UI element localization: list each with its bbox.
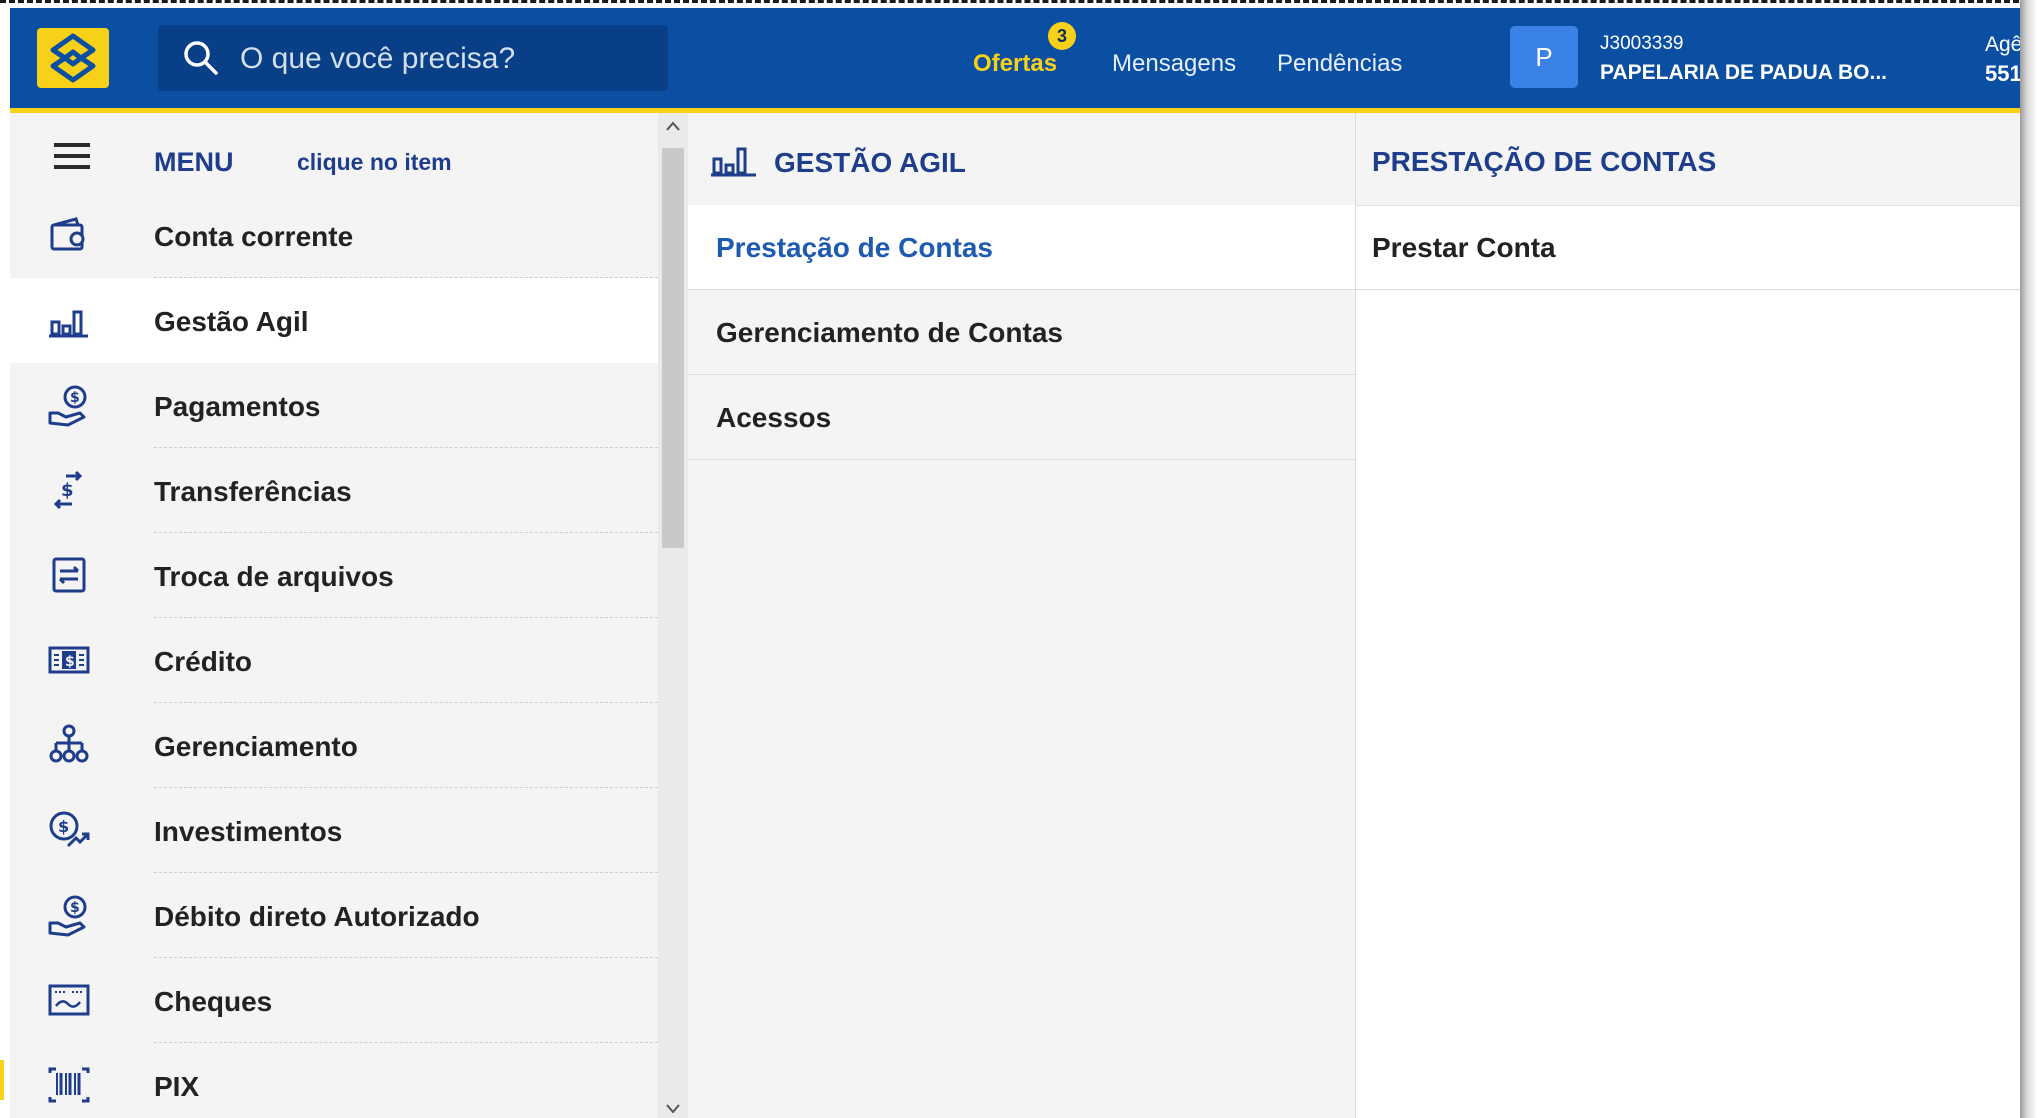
search-icon [184, 41, 218, 75]
submenu-item-label: Prestar Conta [1372, 232, 1556, 263]
menu-hint: clique no item [297, 149, 452, 175]
svg-text:$: $ [70, 900, 80, 916]
panel-header: PRESTAÇÃO DE CONTAS [1356, 113, 2020, 206]
sidebar-item-debito-direto-autorizado[interactable]: $ Débito direto Autorizado [10, 873, 658, 958]
sidebar-item-transferencias[interactable]: $ Transferências [10, 448, 658, 533]
hand-coin-icon: $ [48, 385, 87, 427]
agency-label: Agê [1985, 33, 2020, 56]
screenshot-border [0, 0, 2037, 3]
sidebar-item-investimentos[interactable]: $ Investimentos [10, 788, 658, 873]
sidebar-item-label: Gerenciamento [154, 731, 358, 762]
sidebar-item-gestao-agil[interactable]: Gestão Agil [10, 278, 658, 363]
sidebar-item-cheques[interactable]: Cheques [10, 958, 658, 1043]
menu-header: MENU clique no item [10, 113, 658, 193]
coin-growth-icon: $ [49, 811, 90, 848]
submenu-item-prestar-conta[interactable]: Prestar Conta [1356, 205, 2020, 290]
search-input[interactable] [238, 35, 642, 83]
sidebar-item-label: Crédito [154, 646, 252, 677]
check-icon [48, 984, 90, 1016]
menu-list: Conta corrente Gestão Agil $ Pagamentos … [10, 193, 658, 1118]
app-window: 3 Ofertas Mensagens Pendências P J300333… [10, 8, 2020, 1118]
ofertas-count-badge: 3 [1048, 22, 1076, 50]
agency-number: 551 [1985, 61, 2020, 86]
sidebar-item-label: Pagamentos [154, 391, 321, 422]
bank-logo-icon[interactable] [37, 28, 109, 88]
svg-text:$: $ [58, 817, 69, 836]
sidebar-item-pagamentos[interactable]: $ Pagamentos [10, 363, 658, 448]
panel-header: GESTÃO AGIL [688, 113, 1355, 206]
user-avatar[interactable]: P [1510, 26, 1578, 88]
sidebar-item-label: Transferências [154, 476, 352, 507]
chevron-up-icon[interactable] [664, 119, 682, 133]
sidebar-item-label: PIX [154, 1071, 200, 1102]
panel-title: PRESTAÇÃO DE CONTAS [1372, 146, 1717, 177]
prestacao-list: Prestar Conta [1356, 205, 2020, 290]
submenu-item-label: Gerenciamento de Contas [716, 317, 1063, 348]
nav-ofertas[interactable]: Ofertas [973, 50, 1057, 78]
gestao-agil-panel: GESTÃO AGIL Prestação de Contas Gerencia… [688, 113, 1356, 1118]
sidebar-item-label: Investimentos [154, 816, 343, 847]
sidebar-item-label: Débito direto Autorizado [154, 901, 480, 932]
sidebar-item-gerenciamento[interactable]: Gerenciamento [10, 703, 658, 788]
submenu-item-acessos[interactable]: Acessos [688, 375, 1355, 460]
bar-chart-icon [711, 147, 756, 177]
svg-text:$: $ [65, 654, 75, 670]
top-header: 3 Ofertas Mensagens Pendências P J300333… [10, 8, 2020, 113]
submenu-item-label: Acessos [716, 402, 832, 433]
panel-title: GESTÃO AGIL [774, 147, 966, 178]
sidebar-item-credito[interactable]: $ Crédito [10, 618, 658, 703]
nav-mensagens[interactable]: Mensagens [1112, 50, 1236, 78]
svg-text:$: $ [70, 390, 80, 406]
search-box[interactable] [158, 25, 668, 91]
chevron-down-icon[interactable] [664, 1102, 682, 1116]
user-company-name[interactable]: PAPELARIA DE PADUA BO... [1600, 61, 1887, 85]
user-id: J3003339 [1600, 33, 1684, 54]
barcode-icon [48, 1067, 90, 1103]
submenu-item-gerenciamento-de-contas[interactable]: Gerenciamento de Contas [688, 290, 1355, 375]
submenu-item-prestacao-de-contas[interactable]: Prestação de Contas [688, 205, 1355, 290]
submenu-item-label: Prestação de Contas [716, 232, 993, 263]
edge-marker [0, 1060, 4, 1100]
nav-pendencias[interactable]: Pendências [1277, 50, 1402, 78]
scrollbar-thumb[interactable] [662, 148, 684, 548]
sidebar-scrollbar[interactable] [658, 113, 688, 1118]
wallet-icon [50, 217, 85, 251]
gestao-agil-list: Prestação de Contas Gerenciamento de Con… [688, 205, 1355, 460]
org-chart-icon [49, 724, 89, 763]
window-shadow [2020, 0, 2037, 1118]
sidebar-item-pix[interactable]: PIX [10, 1043, 658, 1118]
hamburger-menu-icon[interactable] [54, 143, 90, 169]
sidebar-item-troca-de-arquivos[interactable]: Troca de arquivos [10, 533, 658, 618]
money-note-icon: $ [48, 646, 90, 674]
bar-chart-icon [49, 310, 88, 338]
transfer-arrows-icon: $ [53, 470, 83, 510]
sidebar-item-label: Cheques [154, 986, 273, 1017]
sidebar-item-conta-corrente[interactable]: Conta corrente [10, 193, 658, 278]
file-exchange-icon [52, 557, 86, 593]
sidebar-menu: MENU clique no item Conta corrente Gestã… [10, 113, 658, 1118]
svg-text:$: $ [61, 480, 74, 501]
prestacao-de-contas-panel: PRESTAÇÃO DE CONTAS Prestar Conta [1356, 113, 2020, 1118]
menu-label: MENU [154, 147, 234, 177]
sidebar-item-label: Troca de arquivos [154, 561, 394, 592]
sidebar-item-label: Gestão Agil [154, 306, 309, 337]
hand-coin-icon: $ [48, 895, 87, 937]
sidebar-item-label: Conta corrente [154, 221, 354, 252]
